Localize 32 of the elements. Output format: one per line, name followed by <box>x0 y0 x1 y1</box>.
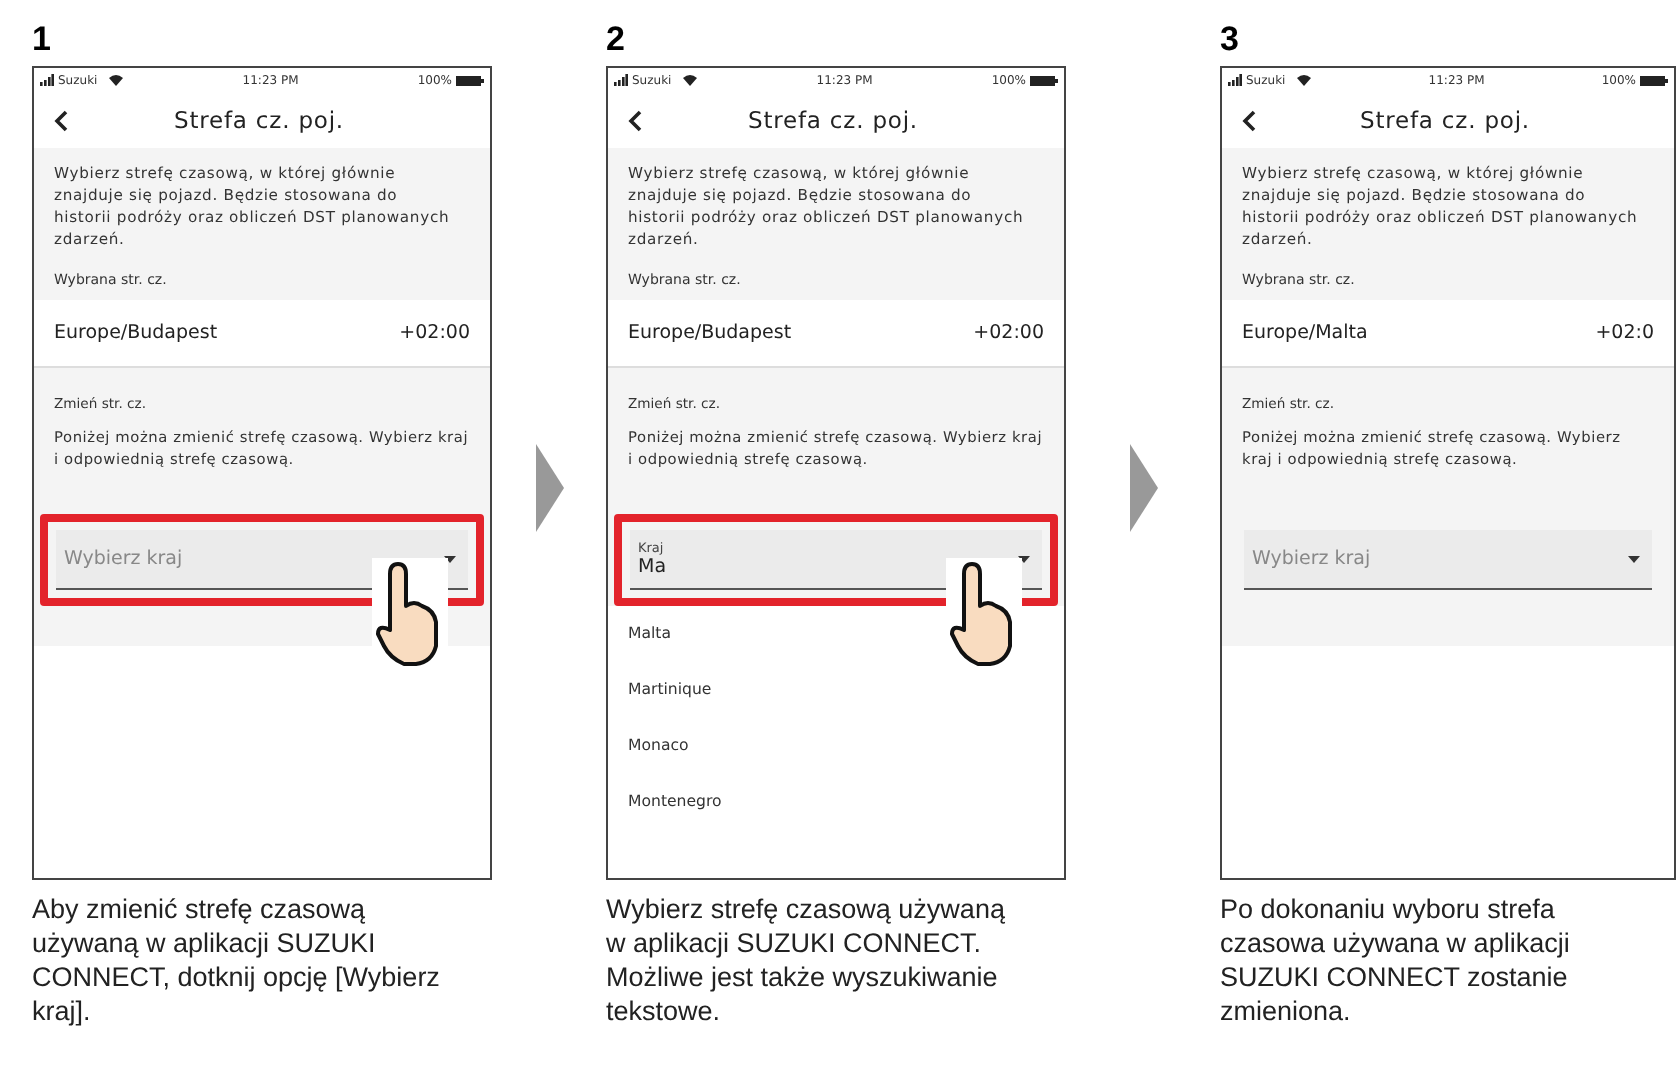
wifi-icon <box>681 74 698 86</box>
caret-icon <box>444 555 456 563</box>
signal-icon <box>614 74 628 86</box>
screen-title: Strefa cz. poj. <box>746 106 920 134</box>
timezone-name: Europe/Budapest <box>628 322 792 344</box>
step-caption: Wybierz strefę czasową używaną w aplikacji SUZUKI CONNECT. Możliwe jest także wyszukiwanie tekstowe. <box>606 892 1007 1028</box>
back-icon[interactable] <box>54 109 68 131</box>
screen-title: Strefa cz. poj. <box>172 106 346 134</box>
back-icon[interactable] <box>1242 109 1256 131</box>
timezone-name: Europe/Budapest <box>54 322 218 344</box>
caret-icon <box>1628 555 1640 563</box>
timezone-name: Europe/Malta <box>1242 322 1368 344</box>
signal-icon <box>40 74 54 86</box>
arrow-icon <box>1129 444 1157 532</box>
arrow-icon <box>535 444 563 532</box>
timezone-offset: +02:00 <box>973 322 1044 344</box>
battery-icon <box>1030 75 1058 85</box>
back-icon[interactable] <box>628 109 642 131</box>
wifi-icon <box>107 74 124 86</box>
step-number: 3 <box>1220 18 1239 62</box>
step-number: 1 <box>32 18 51 62</box>
timezone-offset: +02:00 <box>399 322 470 344</box>
wifi-icon <box>1295 74 1312 86</box>
signal-icon <box>1228 74 1242 86</box>
step-caption: Aby zmienić strefę czasową używaną w aplikacji SUZUKI CONNECT, dotknij opcję [Wybierz kraj]. <box>32 892 442 1028</box>
step-number: 2 <box>606 18 625 62</box>
screen-title: Strefa cz. poj. <box>1358 106 1532 134</box>
caret-icon <box>1018 555 1030 563</box>
step-caption: Po dokonaniu wyboru strefa czasowa używana w aplikacji SUZUKI CONNECT zostanie zmieniona. <box>1220 892 1572 1028</box>
battery-icon <box>456 75 484 85</box>
timezone-offset: +02:0 <box>1595 322 1654 344</box>
battery-icon <box>1640 75 1668 85</box>
